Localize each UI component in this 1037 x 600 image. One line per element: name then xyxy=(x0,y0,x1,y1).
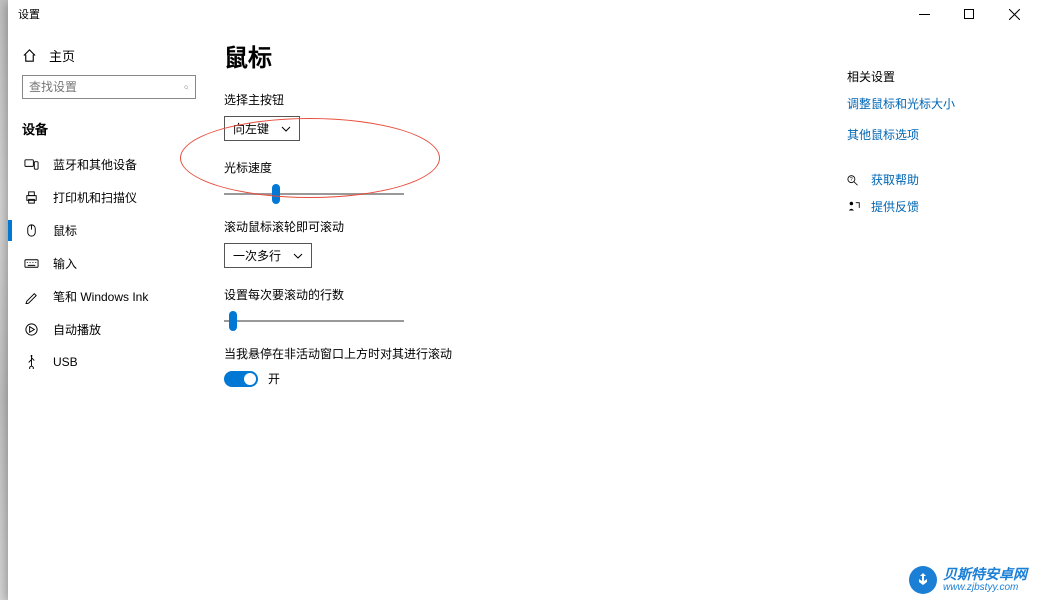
titlebar: 设置 xyxy=(8,0,1037,28)
close-button[interactable] xyxy=(992,0,1037,28)
chevron-down-icon xyxy=(281,124,291,134)
rail-link-cursor-size[interactable]: 调整鼠标和光标大小 xyxy=(847,95,997,112)
chevron-down-icon xyxy=(293,251,303,261)
settings-window: 设置 主页 设备 蓝牙和其他设备 xyxy=(8,0,1037,600)
inactive-hover-toggle[interactable] xyxy=(224,371,258,387)
sidebar-item-label: 鼠标 xyxy=(53,222,77,239)
search-icon xyxy=(184,81,189,94)
cursor-speed-slider[interactable] xyxy=(224,193,404,195)
home-icon xyxy=(22,48,37,63)
window-title: 设置 xyxy=(18,6,40,22)
sidebar-item-autoplay[interactable]: 自动播放 xyxy=(8,313,210,346)
printer-icon xyxy=(24,190,39,205)
sidebar-item-typing[interactable]: 输入 xyxy=(8,247,210,280)
home-link[interactable]: 主页 xyxy=(8,40,210,75)
maximize-button[interactable] xyxy=(947,0,992,28)
minimize-icon xyxy=(919,9,930,20)
rail-feedback-label: 提供反馈 xyxy=(871,198,919,215)
watermark-title: 贝斯特安卓网 xyxy=(943,567,1027,582)
pen-icon xyxy=(24,289,39,304)
main-content: 鼠标 选择主按钮 向左键 光标速度 滚动鼠标滚轮即可滚动 一次多行 设置每次要滚… xyxy=(210,28,1037,600)
primary-button-value: 向左键 xyxy=(233,120,269,137)
keyboard-icon xyxy=(24,256,39,271)
sidebar-item-label: 蓝牙和其他设备 xyxy=(53,156,137,173)
usb-icon xyxy=(24,354,39,369)
rail-get-help[interactable]: ? 获取帮助 xyxy=(847,171,997,188)
scroll-lines-slider[interactable] xyxy=(224,320,404,322)
sidebar-item-label: 打印机和扫描仪 xyxy=(53,189,137,206)
svg-text:?: ? xyxy=(850,176,853,182)
devices-icon xyxy=(24,157,39,172)
feedback-icon xyxy=(847,200,861,214)
sidebar-item-mouse[interactable]: 鼠标 xyxy=(8,214,210,247)
rail-give-feedback[interactable]: 提供反馈 xyxy=(847,198,997,215)
rail-help-label: 获取帮助 xyxy=(871,171,919,188)
inactive-hover-state: 开 xyxy=(268,370,280,387)
scroll-wheel-select[interactable]: 一次多行 xyxy=(224,243,312,268)
sidebar-section-header: 设备 xyxy=(8,113,210,148)
sidebar-item-usb[interactable]: USB xyxy=(8,346,210,377)
sidebar-item-pen[interactable]: 笔和 Windows Ink xyxy=(8,280,210,313)
minimize-button[interactable] xyxy=(902,0,947,28)
sidebar-item-label: 笔和 Windows Ink xyxy=(53,288,148,305)
scroll-wheel-value: 一次多行 xyxy=(233,247,281,264)
sidebar-item-label: USB xyxy=(53,355,78,369)
sidebar-item-label: 输入 xyxy=(53,255,77,272)
related-settings-rail: 相关设置 调整鼠标和光标大小 其他鼠标选项 ? 获取帮助 提供反馈 xyxy=(847,68,997,225)
sidebar-item-printers[interactable]: 打印机和扫描仪 xyxy=(8,181,210,214)
primary-button-select[interactable]: 向左键 xyxy=(224,116,300,141)
inactive-hover-label: 当我悬停在非活动窗口上方时对其进行滚动 xyxy=(224,345,1037,362)
desktop-edge xyxy=(0,0,8,600)
rail-link-other-mouse[interactable]: 其他鼠标选项 xyxy=(847,126,997,143)
sidebar: 主页 设备 蓝牙和其他设备 打印机和扫描仪 鼠标 输入 xyxy=(8,28,210,600)
related-settings-header: 相关设置 xyxy=(847,68,997,85)
sidebar-item-bluetooth[interactable]: 蓝牙和其他设备 xyxy=(8,148,210,181)
maximize-icon xyxy=(964,9,975,20)
watermark: 贝斯特安卓网 www.zjbstyy.com xyxy=(909,566,1027,594)
search-box[interactable] xyxy=(22,75,196,99)
watermark-sub: www.zjbstyy.com xyxy=(943,582,1027,593)
autoplay-icon xyxy=(24,322,39,337)
scroll-lines-label: 设置每次要滚动的行数 xyxy=(224,286,1037,303)
home-label: 主页 xyxy=(49,46,75,65)
mouse-icon xyxy=(24,223,39,238)
close-icon xyxy=(1009,9,1020,20)
watermark-icon xyxy=(909,566,937,594)
sidebar-item-label: 自动播放 xyxy=(53,321,101,338)
search-input[interactable] xyxy=(29,80,184,94)
help-icon: ? xyxy=(847,173,861,187)
